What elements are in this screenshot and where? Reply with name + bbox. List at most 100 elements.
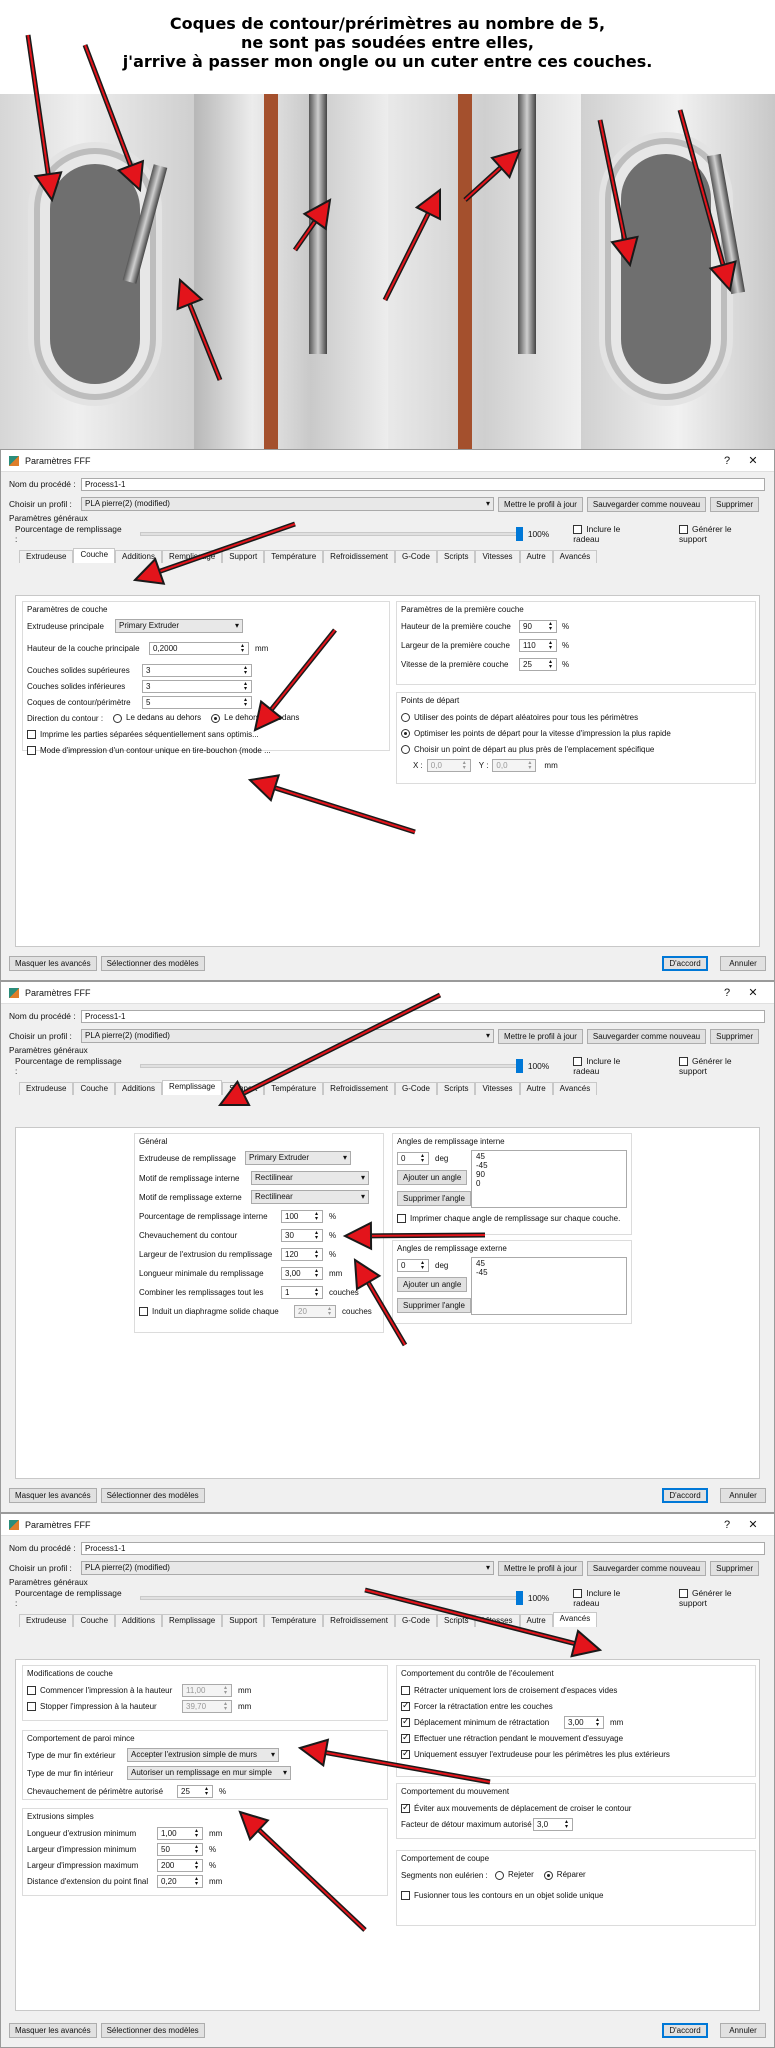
y-input[interactable]: 0,0 (492, 758, 537, 772)
internal-pattern-select[interactable]: Rectilinear (251, 1171, 369, 1185)
tab-cooling[interactable]: Refroidissement (323, 550, 395, 563)
tab-layer[interactable]: Couche (73, 548, 116, 563)
ooze-option-1-checkbox[interactable] (401, 1685, 410, 1695)
hide-advanced-button[interactable]: Masquer les avancés (9, 2023, 97, 2038)
hide-advanced-button[interactable]: Masquer les avancés (9, 956, 97, 971)
ooze-option-3-checkbox[interactable] (401, 1716, 410, 1727)
interior-percentage-input[interactable]: 100 (281, 1209, 323, 1223)
name-input[interactable]: Process1-1 (81, 1541, 765, 1555)
support-checkbox[interactable]: Générer le support (678, 524, 760, 544)
tab-support[interactable]: Support (222, 1614, 265, 1627)
help-button[interactable]: ? (714, 1519, 740, 1531)
tab-layer[interactable]: Couche (73, 1614, 116, 1627)
layer-height-input[interactable]: 0,2000 (149, 641, 249, 655)
list-item[interactable]: 90 (476, 1170, 622, 1179)
direction-outside-in-radio[interactable]: Le dehors au dedans (211, 713, 299, 723)
hide-advanced-button[interactable]: Masquer les avancés (9, 1488, 97, 1503)
tab-temperature[interactable]: Température (264, 1082, 324, 1095)
tab-scripts[interactable]: Scripts (437, 1082, 476, 1095)
tab-infill[interactable]: Remplissage (161, 1614, 223, 1627)
top-layers-input[interactable]: 3 (142, 663, 252, 677)
perimeter-overlap-input[interactable]: 25 (177, 1784, 213, 1798)
checkbox-icon[interactable] (573, 1057, 583, 1067)
ok-button[interactable]: D'accord (662, 956, 708, 971)
cancel-button[interactable]: Annuler (720, 956, 766, 971)
delete-profile-button[interactable]: Supprimer (710, 496, 760, 512)
infill-width-input[interactable]: 120 (281, 1247, 323, 1261)
reject-radio[interactable]: Rejeter (495, 1870, 534, 1880)
internal-angle-input[interactable]: 0 (397, 1151, 429, 1165)
remove-internal-angle-button[interactable]: Supprimer l'angle (397, 1191, 472, 1206)
delete-profile-button[interactable]: Supprimer (710, 1028, 760, 1044)
sequential-checkbox[interactable] (27, 729, 36, 739)
profile-select[interactable]: PLA pierre(2) (modified) (81, 497, 494, 511)
list-item[interactable]: 45 (476, 1152, 622, 1161)
ok-button[interactable]: D'accord (662, 2023, 708, 2038)
ok-button[interactable]: D'accord (662, 1488, 708, 1503)
checkbox-icon[interactable] (678, 525, 688, 535)
tab-gcode[interactable]: G-Code (394, 550, 437, 563)
infill-extruder-select[interactable]: Primary Extruder (245, 1151, 351, 1165)
start-height-input[interactable]: 11,00 (182, 1683, 232, 1697)
avoid-crossing-checkbox[interactable] (401, 1802, 410, 1813)
help-button[interactable]: ? (714, 455, 740, 467)
x-input[interactable]: 0,0 (426, 758, 471, 772)
diaphragm-checkbox[interactable] (139, 1306, 148, 1316)
start-height-checkbox[interactable] (27, 1685, 36, 1695)
tab-cooling[interactable]: Refroidissement (323, 1614, 395, 1627)
ooze-option-4-checkbox[interactable] (401, 1732, 410, 1743)
tab-scripts[interactable]: Scripts (437, 550, 476, 563)
remove-external-angle-button[interactable]: Supprimer l'angle (397, 1298, 472, 1313)
first-layer-height-input[interactable]: 90 (519, 619, 557, 633)
save-as-new-button[interactable]: Sauvegarder comme nouveau (586, 1560, 707, 1576)
select-models-button[interactable]: Sélectionner des modèles (100, 956, 205, 971)
fill-percentage-slider[interactable] (139, 1591, 523, 1605)
profile-select[interactable]: PLA pierre(2) (modified) (81, 1029, 494, 1043)
print-each-angle-checkbox[interactable] (397, 1213, 406, 1223)
outline-overlap-input[interactable]: 30 (281, 1228, 323, 1242)
first-layer-speed-input[interactable]: 25 (519, 657, 557, 671)
update-profile-button[interactable]: Mettre le profil à jour (498, 1560, 583, 1576)
tab-additions[interactable]: Additions (115, 550, 162, 563)
radio-icon[interactable] (113, 713, 122, 723)
tab-support[interactable]: Support (222, 1082, 265, 1095)
save-as-new-button[interactable]: Sauvegarder comme nouveau (586, 1028, 707, 1044)
tab-extruder[interactable]: Extrudeuse (19, 1614, 74, 1627)
internal-angles-list[interactable]: 45 -45 90 0 (471, 1150, 627, 1208)
cancel-button[interactable]: Annuler (720, 2023, 766, 2038)
tab-temperature[interactable]: Température (264, 1614, 324, 1627)
add-external-angle-button[interactable]: Ajouter un angle (397, 1277, 468, 1292)
tab-support[interactable]: Support (222, 550, 265, 563)
close-button[interactable]: ✕ (740, 986, 766, 999)
spiral-checkbox[interactable] (27, 745, 36, 755)
stop-height-input[interactable]: 39,70 (182, 1699, 232, 1713)
min-infill-length-input[interactable]: 3,00 (281, 1266, 323, 1280)
start-nearest-radio[interactable] (401, 744, 410, 754)
tab-gcode[interactable]: G-Code (394, 1082, 437, 1095)
raft-checkbox[interactable]: Inclure le radeau (573, 1056, 647, 1076)
tab-scripts[interactable]: Scripts (437, 1614, 476, 1627)
tab-infill[interactable]: Remplissage (161, 550, 223, 563)
ooze-option-5-checkbox[interactable] (401, 1748, 410, 1759)
tab-advanced[interactable]: Avancés (552, 1082, 598, 1095)
help-button[interactable]: ? (714, 987, 740, 999)
slider-handle[interactable] (515, 527, 523, 541)
select-models-button[interactable]: Sélectionner des modèles (100, 1488, 205, 1503)
tab-speeds[interactable]: Vitesses (475, 550, 520, 563)
min-print-width-input[interactable]: 50 (157, 1842, 203, 1856)
name-input[interactable]: Process1-1 (81, 477, 765, 491)
tab-additions[interactable]: Additions (115, 1614, 162, 1627)
merge-outlines-checkbox[interactable] (401, 1890, 410, 1900)
tab-extruder[interactable]: Extrudeuse (19, 1082, 74, 1095)
tab-speeds[interactable]: Vitesses (475, 1082, 520, 1095)
support-checkbox[interactable]: Générer le support (678, 1056, 760, 1076)
list-item[interactable]: 45 (476, 1259, 622, 1268)
tab-advanced[interactable]: Avancés (552, 550, 598, 563)
update-profile-button[interactable]: Mettre le profil à jour (498, 496, 583, 512)
direction-inside-out-radio[interactable]: Le dedans au dehors (113, 713, 201, 723)
cancel-button[interactable]: Annuler (720, 1488, 766, 1503)
tab-infill[interactable]: Remplissage (161, 1080, 223, 1095)
raft-checkbox[interactable]: Inclure le radeau (573, 1588, 647, 1608)
main-extruder-select[interactable]: Primary Extruder (115, 619, 243, 633)
max-print-width-input[interactable]: 200 (157, 1858, 203, 1872)
